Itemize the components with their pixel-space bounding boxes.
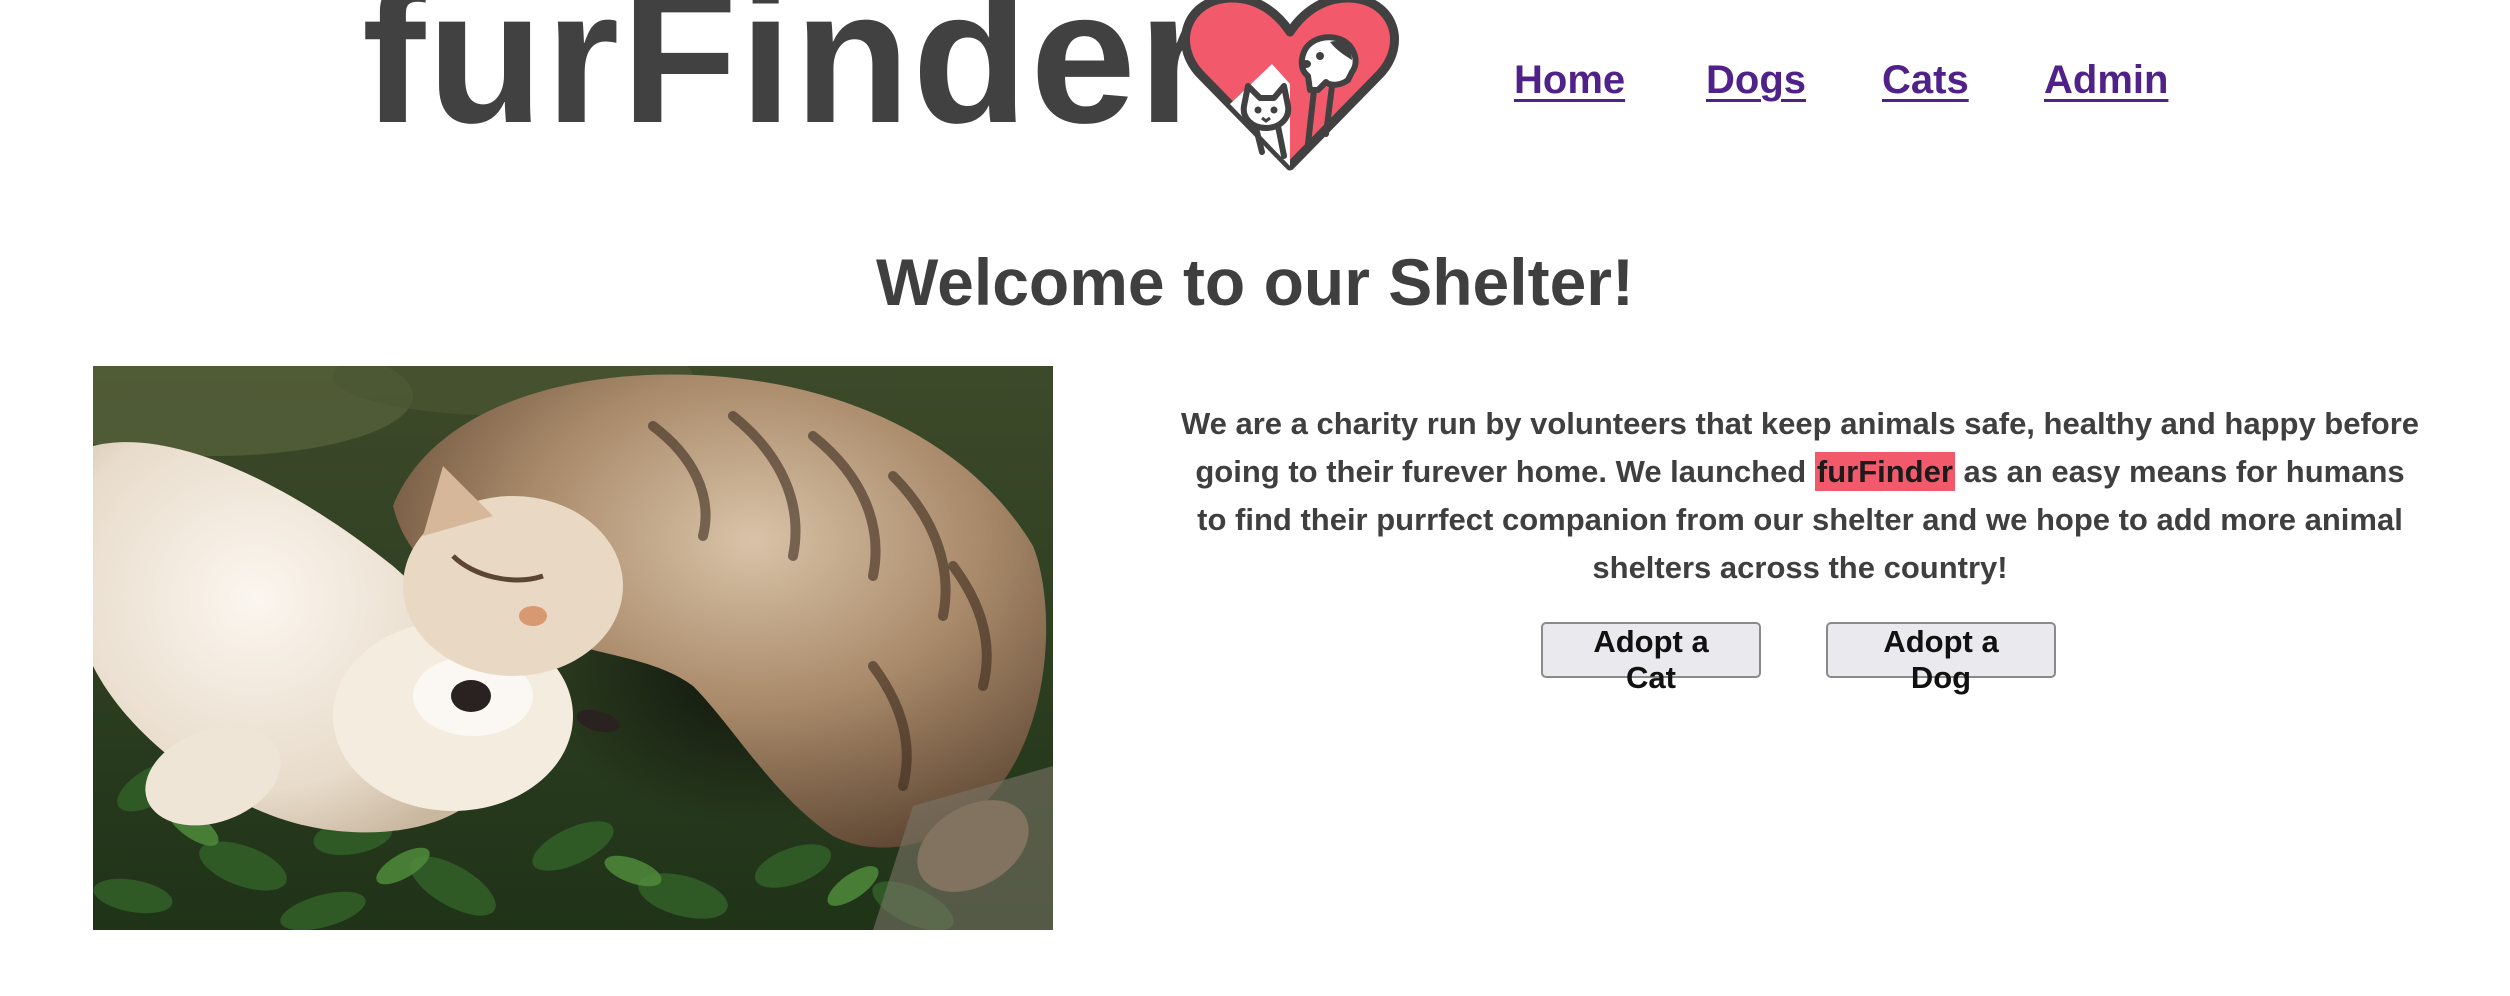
heart-cat-dog-logo-icon[interactable]: [1180, 0, 1400, 180]
nav-link-admin[interactable]: Admin: [2044, 58, 2168, 103]
intro-paragraph: We are a charity run by volunteers that …: [1180, 400, 2420, 592]
nav-link-cats[interactable]: Cats: [1882, 58, 1969, 103]
page-title: Welcome to our Shelter!: [876, 245, 1634, 319]
adopt-cat-button[interactable]: Adopt a Cat: [1541, 622, 1761, 695]
nav-link-dogs[interactable]: Dogs: [1706, 58, 1806, 103]
brand-highlight: furFinder: [1814, 452, 1955, 491]
adopt-actions: Adopt a Cat Adopt a Dog: [0, 622, 2510, 695]
brand-logo-text[interactable]: furFinder: [362, 0, 1214, 152]
adopt-dog-button[interactable]: Adopt a Dog: [1826, 622, 2056, 695]
nav-link-home[interactable]: Home: [1514, 58, 1625, 103]
site-header: furFinder Home Dogs Cats Admin: [0, 0, 2510, 200]
